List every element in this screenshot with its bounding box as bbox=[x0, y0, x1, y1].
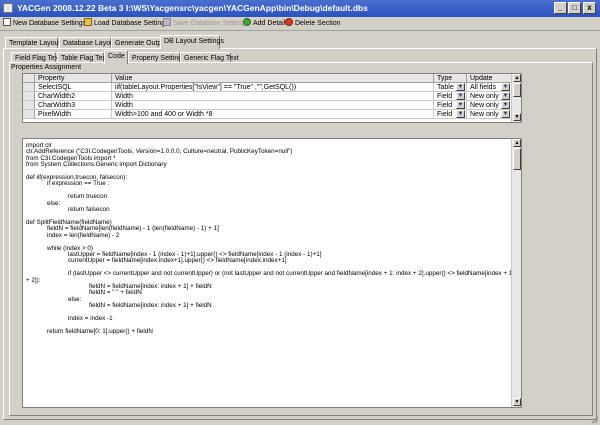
add-detail-label: Add Detail bbox=[253, 20, 286, 27]
close-button[interactable]: x bbox=[583, 2, 596, 14]
scroll-up-icon[interactable]: ▲ bbox=[513, 74, 521, 82]
grid-scrollbar[interactable]: ▲ ▼ bbox=[511, 74, 521, 122]
update-dropdown-icon[interactable]: ▼ bbox=[501, 101, 510, 109]
grid-corner bbox=[23, 74, 35, 83]
code-line[interactable]: if (lastUpper <> currentUpper and not cu… bbox=[26, 270, 521, 277]
type-dropdown-icon[interactable]: ▼ bbox=[456, 92, 465, 100]
property-cell[interactable]: CharWidth2 bbox=[35, 92, 112, 101]
row-header[interactable] bbox=[23, 110, 35, 119]
tab-code[interactable]: Code bbox=[104, 50, 128, 64]
tab-db-layout-settings[interactable]: DB Layout Settings bbox=[160, 35, 224, 49]
save-disk-icon bbox=[163, 18, 171, 26]
value-cell[interactable]: iif(tableLayout.Properties["IsView"] == … bbox=[112, 83, 434, 92]
properties-grid: Property Value Type Update SelectSQL iif… bbox=[22, 73, 522, 123]
minimize-button[interactable]: _ bbox=[554, 2, 567, 14]
new-db-settings-button[interactable]: New Database Settings bbox=[3, 18, 86, 29]
open-folder-icon bbox=[84, 18, 92, 26]
update-dropdown-icon[interactable]: ▼ bbox=[501, 110, 510, 118]
code-editor[interactable]: import clr clr.AddReference ("C3I.Codegen… bbox=[22, 138, 522, 408]
resize-grip-icon[interactable] bbox=[590, 415, 599, 424]
editor-scroll-thumb[interactable] bbox=[513, 148, 521, 170]
column-header-value[interactable]: Value bbox=[112, 74, 434, 83]
row-header[interactable] bbox=[23, 101, 35, 110]
title-bar: YACGen 2008.12.22 Beta 3 I:\WS\Yacgensrc… bbox=[0, 0, 600, 17]
tab-generate-output[interactable]: Generate Output bbox=[111, 37, 167, 48]
column-header-property[interactable]: Property bbox=[35, 74, 112, 83]
value-cell[interactable]: Width bbox=[112, 101, 434, 110]
property-cell[interactable]: PixelWidth bbox=[35, 110, 112, 119]
app-icon bbox=[3, 3, 13, 13]
value-cell[interactable]: Width>100 and 400 or Width *8 bbox=[112, 110, 434, 119]
row-header[interactable] bbox=[23, 92, 35, 101]
load-db-settings-label: Load Database Settings bbox=[94, 20, 169, 27]
value-cell[interactable]: Width bbox=[112, 92, 434, 101]
add-plus-icon bbox=[243, 18, 251, 26]
grid-scroll-thumb[interactable] bbox=[513, 83, 521, 97]
delete-section-label: Delete Section bbox=[295, 20, 341, 27]
new-file-icon bbox=[3, 18, 11, 26]
load-db-settings-button[interactable]: Load Database Settings bbox=[84, 18, 169, 29]
update-dropdown-icon[interactable]: ▼ bbox=[501, 83, 510, 91]
toolbar: New Database Settings Load Database Sett… bbox=[0, 17, 600, 31]
properties-assignment-title: Properties Assignment bbox=[11, 64, 82, 71]
code-text[interactable]: import clr clr.AddReference ("C3I.Codegen… bbox=[26, 142, 521, 335]
type-dropdown-icon[interactable]: ▼ bbox=[456, 101, 465, 109]
property-cell[interactable]: CharWidth3 bbox=[35, 101, 112, 110]
tab-database-layout[interactable]: Database Layout bbox=[59, 37, 116, 48]
column-header-update[interactable]: Update bbox=[467, 74, 512, 83]
property-cell[interactable]: SelectSQL bbox=[35, 83, 112, 92]
update-dropdown-icon[interactable]: ▼ bbox=[501, 92, 510, 100]
scroll-up-icon[interactable]: ▲ bbox=[513, 139, 521, 147]
new-db-settings-label: New Database Settings bbox=[13, 20, 87, 27]
delete-x-icon bbox=[285, 18, 293, 26]
maximize-button[interactable]: □ bbox=[568, 2, 581, 14]
editor-scrollbar[interactable]: ▲ ▼ bbox=[511, 139, 521, 407]
delete-section-button[interactable]: Delete Section bbox=[285, 18, 341, 29]
window-title: YACGen 2008.12.22 Beta 3 I:\WS\Yacgensrc… bbox=[17, 3, 368, 13]
column-header-type[interactable]: Type bbox=[434, 74, 467, 83]
save-db-settings-button[interactable]: Save Database Settings bbox=[163, 18, 248, 29]
save-db-settings-label: Save Database Settings bbox=[173, 20, 249, 27]
scroll-down-icon[interactable]: ▼ bbox=[513, 113, 521, 121]
row-header[interactable] bbox=[23, 83, 35, 92]
tab-template-layout[interactable]: Template Layout bbox=[5, 37, 60, 48]
type-dropdown-icon[interactable]: ▼ bbox=[456, 83, 465, 91]
code-line[interactable]: return fieldName[0: 1].upper() + fieldN bbox=[26, 328, 509, 335]
scroll-down-icon[interactable]: ▼ bbox=[513, 398, 521, 406]
add-detail-button[interactable]: Add Detail bbox=[243, 18, 285, 29]
type-dropdown-icon[interactable]: ▼ bbox=[456, 110, 465, 118]
